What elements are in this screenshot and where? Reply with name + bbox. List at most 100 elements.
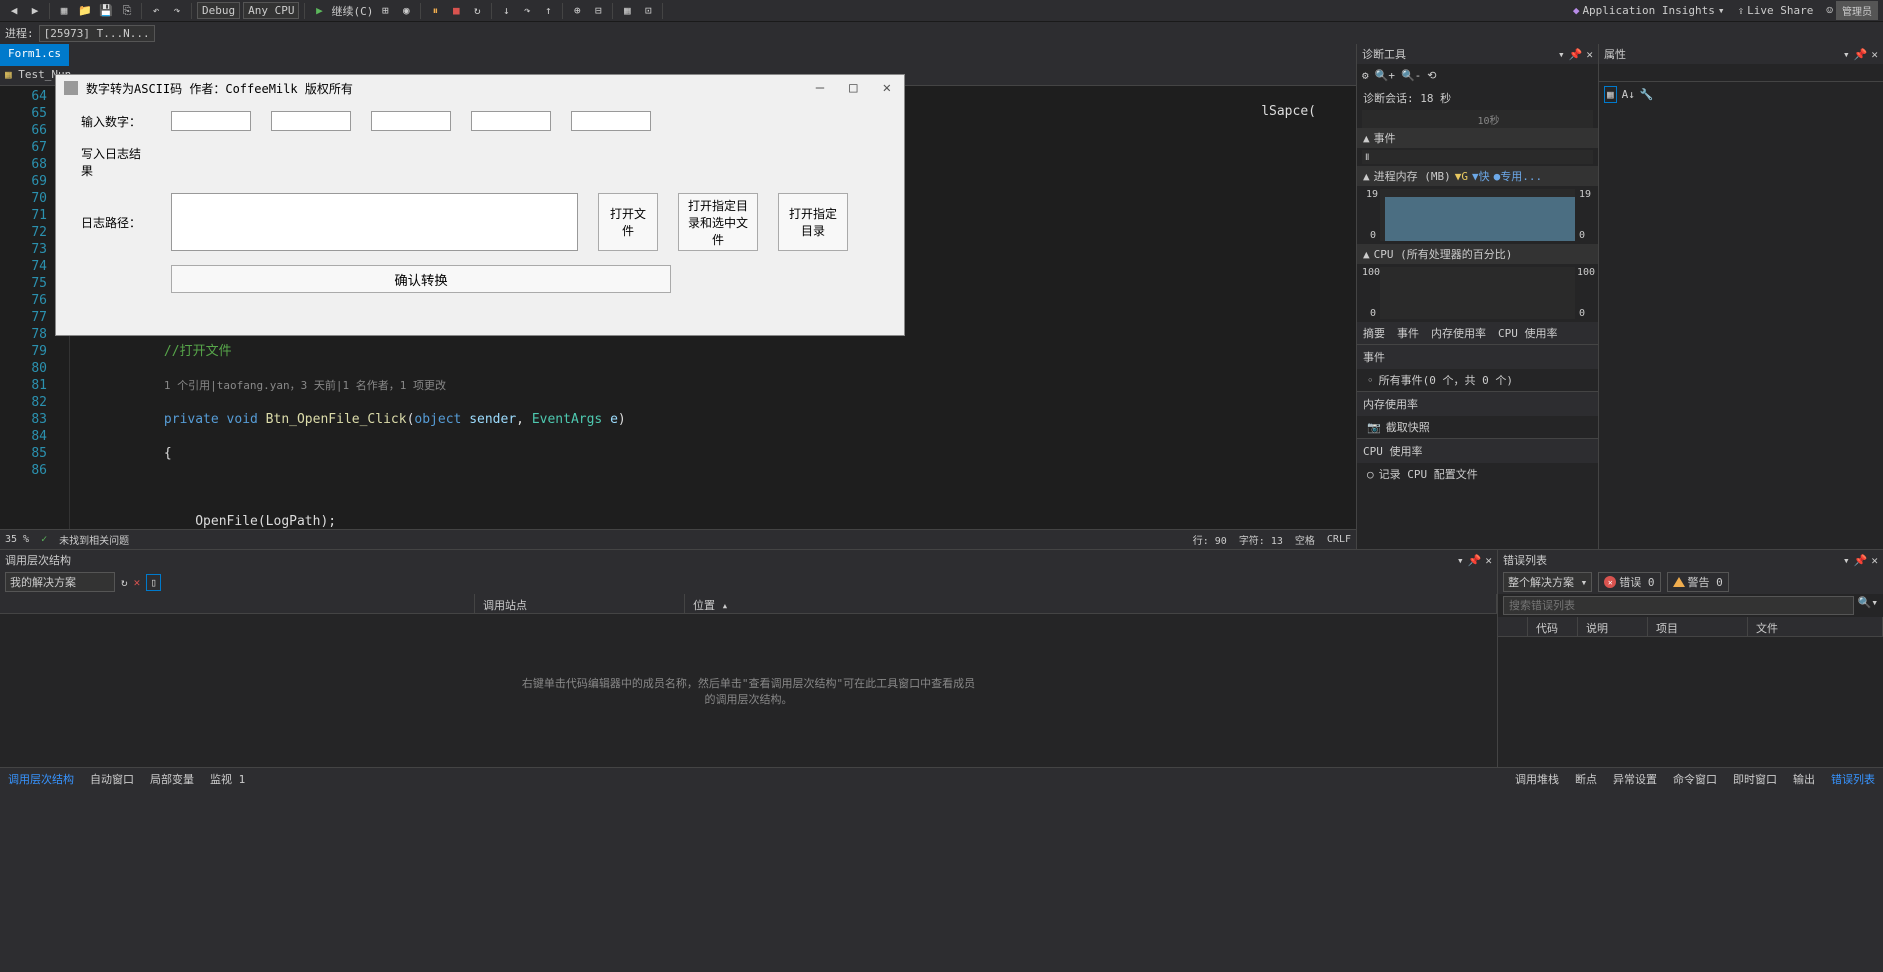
tool-icon-4[interactable]: ⊟ (589, 2, 607, 20)
zoom-in-icon[interactable]: 🔍+ (1375, 69, 1395, 82)
tab-memory[interactable]: 内存使用率 (1425, 322, 1492, 344)
btab-auto[interactable]: 自动窗口 (82, 768, 142, 790)
categorized-icon[interactable]: ▦ (1604, 86, 1617, 103)
dialog-titlebar[interactable]: 数字转为ASCII码 作者：CoffeeMilk 版权所有 — □ ✕ (56, 75, 904, 101)
delete-icon[interactable]: ✕ (134, 576, 141, 589)
refresh-icon[interactable]: ↻ (121, 576, 128, 589)
col-site[interactable]: 调用站点 (475, 594, 685, 613)
solution-dropdown[interactable]: 我的解决方案 (5, 572, 115, 592)
reset-icon[interactable]: ⟲ (1427, 69, 1436, 82)
props-search-icon[interactable]: 🔧 (1640, 88, 1654, 101)
close-panel-icon[interactable]: ✕ (1871, 554, 1878, 567)
snapshot-item[interactable]: 📷 截取快照 (1357, 416, 1598, 438)
tool-icon-3[interactable]: ⊕ (568, 2, 586, 20)
tab-events[interactable]: 事件 (1391, 322, 1425, 344)
continue-icon[interactable]: ▶ (310, 2, 328, 20)
minimize-button[interactable]: — (811, 80, 829, 96)
config-dropdown[interactable]: Debug (197, 2, 240, 19)
live-share-button[interactable]: ⇪ Live Share (1738, 4, 1814, 17)
events-header[interactable]: ▲ 事件 (1357, 128, 1598, 148)
step-out-icon[interactable]: ↑ (539, 2, 557, 20)
btab-r-cmd[interactable]: 命令窗口 (1665, 768, 1725, 790)
open-file-button[interactable]: 打开文件 (598, 193, 658, 251)
app-insights-button[interactable]: ◆ Application Insights ▾ (1573, 4, 1725, 17)
maximize-button[interactable]: □ (844, 80, 862, 96)
num-input-5[interactable] (571, 111, 651, 131)
restart-icon[interactable]: ↻ (468, 2, 486, 20)
save-icon[interactable]: 💾 (97, 2, 115, 20)
btab-r-bp[interactable]: 断点 (1567, 768, 1605, 790)
close-button[interactable]: ✕ (878, 80, 896, 96)
platform-dropdown[interactable]: Any CPU (243, 2, 299, 19)
new-icon[interactable]: ▦ (55, 2, 73, 20)
dropdown-icon[interactable]: ▾ (1457, 554, 1464, 567)
nav-back-icon[interactable]: ◀ (5, 2, 23, 20)
step-over-icon[interactable]: ↷ (518, 2, 536, 20)
btab-r-stack[interactable]: 调用堆栈 (1507, 768, 1567, 790)
col-code[interactable]: 代码 (1528, 617, 1578, 636)
stop-icon[interactable]: ■ (447, 2, 465, 20)
num-input-4[interactable] (471, 111, 551, 131)
alphabetical-icon[interactable]: A↓ (1622, 88, 1635, 101)
close-panel-icon[interactable]: ✕ (1871, 48, 1878, 61)
confirm-button[interactable]: 确认转换 (171, 265, 671, 293)
timeline[interactable]: 10秒 (1362, 110, 1593, 128)
warnings-filter[interactable]: 警告 0 (1667, 572, 1729, 592)
tab-cpu[interactable]: CPU 使用率 (1492, 322, 1564, 344)
open-dir-button[interactable]: 打开指定目录 (778, 193, 848, 251)
tab-summary[interactable]: 摘要 (1357, 322, 1391, 344)
cpu-header[interactable]: ▲ CPU (所有处理器的百分比) (1357, 244, 1598, 264)
btab-callstack[interactable]: 调用层次结构 (0, 768, 82, 790)
tool-icon-1[interactable]: ⊞ (376, 2, 394, 20)
dropdown-icon[interactable]: ▾ (1843, 48, 1850, 61)
tool-icon-6[interactable]: ⊡ (639, 2, 657, 20)
all-events-item[interactable]: ◦ 所有事件(0 个，共 0 个) (1357, 369, 1598, 391)
pin-icon[interactable]: 📌 (1854, 48, 1868, 61)
tool-icon-5[interactable]: ▦ (618, 2, 636, 20)
file-tab[interactable]: Form1.cs (0, 44, 69, 66)
btab-locals[interactable]: 局部变量 (142, 768, 202, 790)
tool-icon-2[interactable]: ◉ (397, 2, 415, 20)
col-proj[interactable]: 项目 (1648, 617, 1748, 636)
process-dropdown[interactable]: [25973] T...N... (39, 25, 155, 42)
errors-filter[interactable]: ✕ 错误 0 (1598, 572, 1660, 592)
step-into-icon[interactable]: ↓ (497, 2, 515, 20)
nav-fwd-icon[interactable]: ▶ (26, 2, 44, 20)
num-input-2[interactable] (271, 111, 351, 131)
toggle-icon[interactable]: ▯ (146, 574, 161, 591)
error-search-input[interactable] (1503, 596, 1854, 615)
col-file[interactable]: 文件 (1748, 617, 1883, 636)
redo-icon[interactable]: ↷ (168, 2, 186, 20)
continue-button[interactable]: 继续(C) (331, 3, 373, 19)
num-input-1[interactable] (171, 111, 251, 131)
btab-r-imm[interactable]: 即时窗口 (1725, 768, 1785, 790)
btab-r-err[interactable]: 错误列表 (1823, 768, 1883, 790)
scope-dropdown[interactable]: 整个解决方案 ▾ (1503, 572, 1592, 592)
pin-icon[interactable]: 📌 (1854, 554, 1868, 567)
dropdown-icon[interactable]: ▾ (1843, 554, 1850, 567)
close-panel-icon[interactable]: ✕ (1586, 48, 1593, 61)
path-input[interactable] (171, 193, 578, 251)
feedback-icon[interactable]: ☺ (1826, 4, 1833, 17)
issues-status[interactable]: 未找到相关问题 (59, 532, 129, 547)
dropdown-icon[interactable]: ▾ (1558, 48, 1565, 61)
close-panel-icon[interactable]: ✕ (1485, 554, 1492, 567)
undo-icon[interactable]: ↶ (147, 2, 165, 20)
col-desc[interactable]: 说明 (1578, 617, 1648, 636)
zoom-level[interactable]: 35 % (5, 534, 29, 545)
num-input-3[interactable] (371, 111, 451, 131)
save-all-icon[interactable]: ⎘ (118, 2, 136, 20)
gear-icon[interactable]: ⚙ (1362, 69, 1369, 82)
memory-header[interactable]: ▲ 进程内存 (MB) ▼G ▼快 ●专用... (1357, 166, 1598, 186)
pin-icon[interactable]: 📌 (1468, 554, 1482, 567)
pin-icon[interactable]: 📌 (1569, 48, 1583, 61)
col-pos[interactable]: 位置 ▴ (685, 594, 1497, 613)
pause-icon[interactable]: ⏸ (426, 2, 444, 20)
cpu-record-item[interactable]: ○ 记录 CPU 配置文件 (1357, 463, 1598, 485)
zoom-out-icon[interactable]: 🔍- (1401, 69, 1421, 82)
btab-r-out[interactable]: 输出 (1785, 768, 1823, 790)
btab-watch[interactable]: 监视 1 (202, 768, 253, 790)
btab-r-exc[interactable]: 异常设置 (1605, 768, 1665, 790)
open-icon[interactable]: 📁 (76, 2, 94, 20)
open-dir-select-button[interactable]: 打开指定目录和选中文件 (678, 193, 758, 251)
